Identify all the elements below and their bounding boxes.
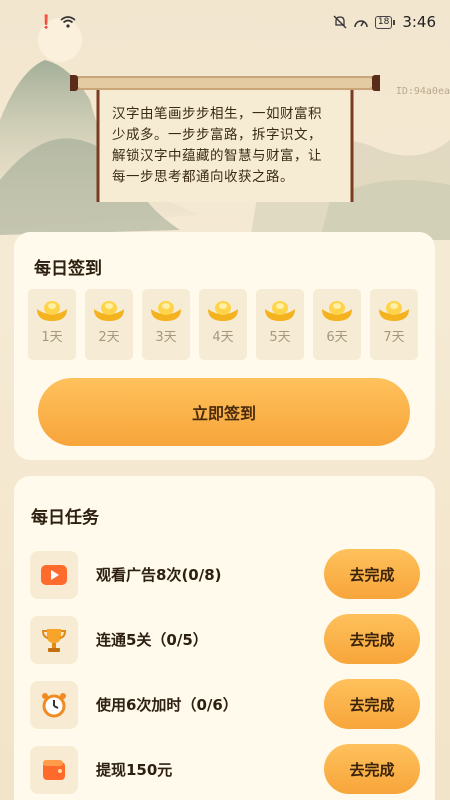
signin-day[interactable]: 2天 — [85, 289, 133, 360]
task-label: 连通5关（0/5） — [96, 631, 208, 649]
status-bar-left: ❗ — [38, 15, 76, 30]
status-bar: ❗ 18 3:46 — [0, 0, 450, 44]
trophy-icon — [30, 616, 78, 664]
id-tag: ID:94a0ea — [395, 86, 450, 97]
task-go-button[interactable]: 去完成 — [324, 614, 420, 664]
battery-indicator: 18 — [374, 15, 396, 29]
mute-bell-icon — [333, 15, 347, 29]
gold-ingot-icon — [208, 301, 238, 321]
day-label: 4天 — [212, 330, 234, 345]
signin-now-button[interactable]: 立即签到 — [38, 378, 410, 446]
day-label: 6天 — [326, 330, 348, 345]
signin-day[interactable]: 5天 — [256, 289, 304, 360]
alert-icon: ❗ — [38, 14, 55, 30]
task-label: 使用6次加时（0/6） — [96, 696, 238, 714]
alarm-clock-icon — [30, 681, 78, 729]
video-play-icon — [30, 551, 78, 599]
task-row: 使用6次加时（0/6） 去完成 — [30, 679, 420, 731]
day-label: 1天 — [41, 330, 63, 345]
clock: 3:46 — [402, 13, 436, 31]
tasks-title: 每日任务 — [31, 508, 99, 528]
day-label: 3天 — [155, 330, 177, 345]
gold-ingot-icon — [151, 301, 181, 321]
task-go-button[interactable]: 去完成 — [324, 679, 420, 729]
task-label: 观看广告8次(0/8) — [96, 566, 222, 584]
scroll-line: 解锁汉字中蕴藏的智慧与财富，让 — [112, 148, 322, 164]
gold-ingot-icon — [37, 301, 67, 321]
signin-day[interactable]: 7天 — [370, 289, 418, 360]
daily-tasks-card: 每日任务 观看广告8次(0/8) 去完成 连通5关（0/5） 去完成 使用6次加… — [14, 476, 435, 800]
wifi-icon — [60, 16, 76, 28]
speed-gauge-icon — [354, 20, 368, 28]
day-label: 5天 — [269, 330, 291, 345]
gold-ingot-icon — [322, 301, 352, 321]
day-label: 2天 — [98, 330, 120, 345]
signin-day[interactable]: 6天 — [313, 289, 361, 360]
status-bar-right: 18 3:46 — [333, 13, 436, 31]
wallet-icon — [30, 746, 78, 794]
signin-days: 1天 2天 3天 4天 5天 6天 7天 — [28, 289, 418, 360]
gold-ingot-icon — [265, 301, 295, 321]
scroll-line: 汉字由笔画步步相生，一如财富积 — [112, 106, 322, 122]
task-row: 观看广告8次(0/8) 去完成 — [30, 549, 420, 601]
task-row: 连通5关（0/5） 去完成 — [30, 614, 420, 666]
daily-signin-card: 每日签到 1天 2天 3天 4天 5天 6天 7天 立即签到 — [14, 232, 435, 460]
gold-ingot-icon — [379, 301, 409, 321]
scroll-text: 汉字由笔画步步相生，一如财富积 少成多。一步步富路，拆字识文， 解锁汉字中蕴藏的… — [112, 104, 348, 188]
scroll-line: 每一步思考都通向收获之路。 — [112, 169, 294, 185]
signin-day[interactable]: 1天 — [28, 289, 76, 360]
gold-ingot-icon — [94, 301, 124, 321]
task-row: 提现150元 去完成 — [30, 744, 420, 796]
signin-title: 每日签到 — [34, 259, 102, 279]
scroll-line: 少成多。一步步富路，拆字识文， — [112, 127, 322, 143]
task-label: 提现150元 — [96, 761, 173, 779]
task-go-button[interactable]: 去完成 — [324, 549, 420, 599]
signin-day[interactable]: 4天 — [199, 289, 247, 360]
signin-day[interactable]: 3天 — [142, 289, 190, 360]
day-label: 7天 — [383, 330, 405, 345]
task-go-button[interactable]: 去完成 — [324, 744, 420, 794]
